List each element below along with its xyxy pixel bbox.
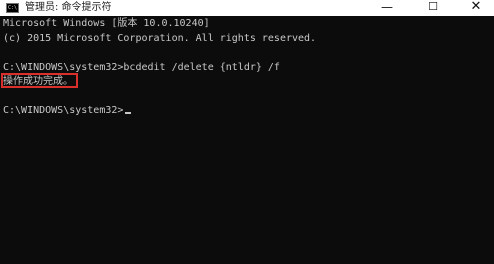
maximize-button[interactable]: ☐ xyxy=(413,0,453,16)
text-cursor xyxy=(125,112,132,114)
console-line-prompt[interactable]: C:\WINDOWS\system32> xyxy=(3,105,132,117)
close-button[interactable]: ✕ xyxy=(456,0,494,16)
console-output[interactable]: Microsoft Windows [版本 10.0.10240] (c) 20… xyxy=(0,16,494,264)
scrollbar[interactable] xyxy=(488,16,494,264)
prompt-text: C:\WINDOWS\system32> xyxy=(3,105,124,116)
result-highlight-box xyxy=(1,73,78,88)
window-title: 管理员: 命令提示符 xyxy=(25,2,112,13)
cmd-icon: C:\ xyxy=(6,3,19,13)
title-bar[interactable]: C:\ 管理员: 命令提示符 — ☐ ✕ xyxy=(0,0,494,16)
minimize-button[interactable]: — xyxy=(367,0,407,16)
console-line-version: Microsoft Windows [版本 10.0.10240] xyxy=(3,18,210,29)
console-line-copyright: (c) 2015 Microsoft Corporation. All righ… xyxy=(3,33,317,44)
